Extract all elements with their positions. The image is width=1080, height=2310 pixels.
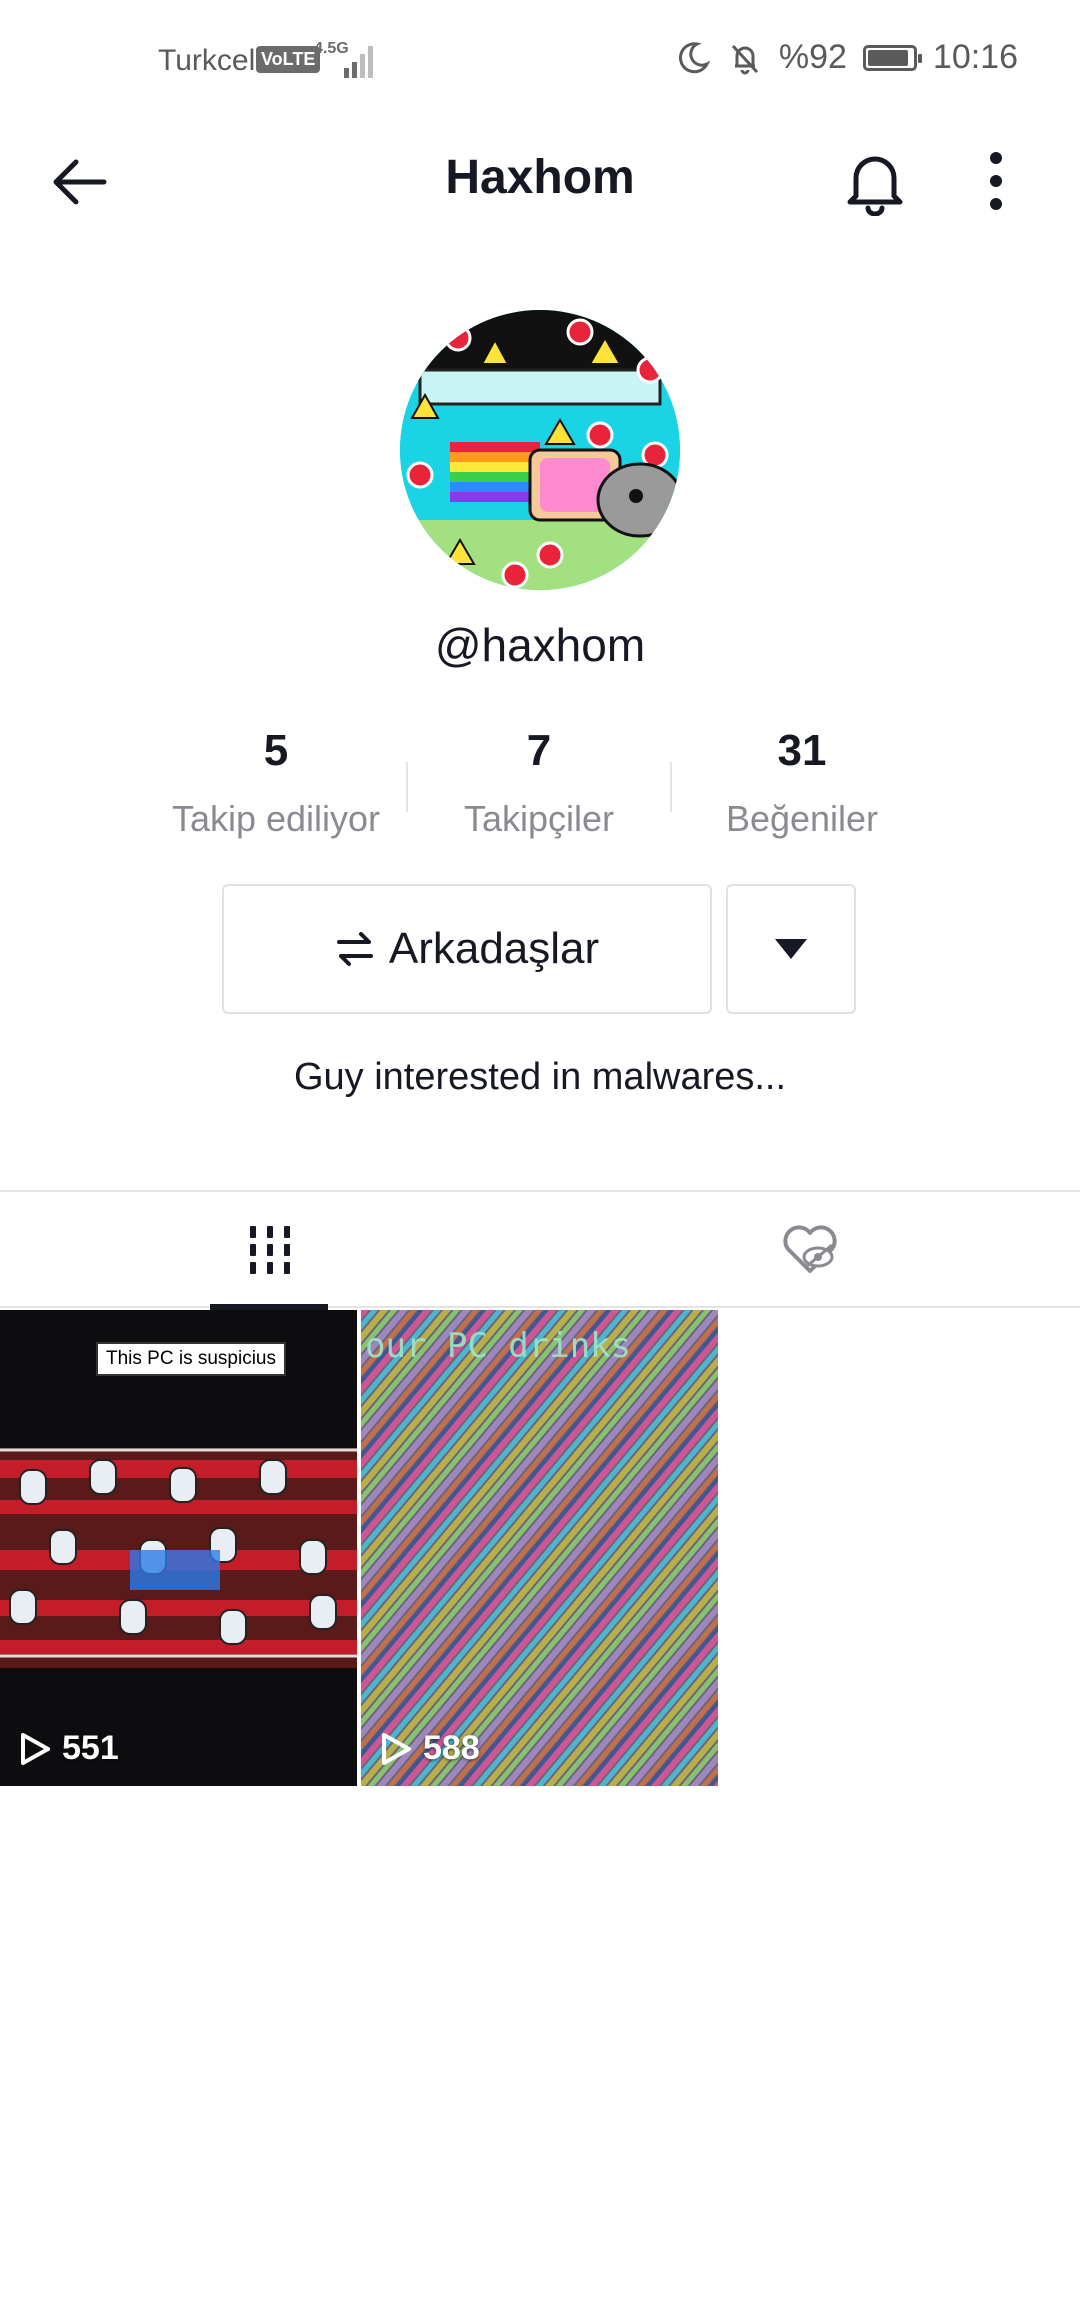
video-thumbnail[interactable]: This PC is suspicius 551 [0,1310,357,1786]
top-nav: Haxhom [0,120,1080,240]
stat-following[interactable]: 5 Takip ediliyor [146,726,406,840]
videos-grid-icon [250,1226,290,1274]
video-caption: This PC is suspicius [96,1342,286,1376]
mute-bell-icon [731,44,758,74]
video-thumbnail-image [361,1310,718,1786]
play-icon [382,1732,411,1765]
friends-button-label: Arkadaşlar [388,924,600,973]
volte-badge: VoLTE [256,46,321,73]
clock: 10:16 [932,38,1018,76]
video-thumbnail[interactable]: our PC drinks 588 [361,1310,718,1786]
username-handle: @haxhom [434,619,646,671]
moon-icon [678,41,711,73]
stat-divider [406,762,408,812]
profile-stats: 5 Takip ediliyor 7 Takipçiler 31 Beğenil… [0,726,1080,846]
battery-percent: %92 [778,38,847,76]
friends-button[interactable]: Arkadaşlar [222,884,712,1014]
battery-icon [862,44,922,71]
suggestions-dropdown-button[interactable] [726,884,856,1014]
view-count: 551 [18,1729,119,1768]
swap-arrows-icon [336,932,373,966]
signal-icon [344,46,373,78]
status-bar: Turkcell VoLTE 4.5G %92 10:16 [0,0,1080,120]
stat-followers-count: 7 [526,726,552,775]
stat-likes-count: 31 [777,726,827,775]
tab-videos[interactable] [0,1192,540,1310]
video-caption: our PC drinks [365,1326,632,1366]
stat-followers-label: Takipçiler [463,798,615,839]
view-count-value: 551 [62,1729,119,1767]
page-title: Haxhom [445,151,635,204]
carrier-name: Turkcell [158,44,262,77]
liked-hidden-icon [783,1225,837,1273]
profile-tabs [0,1190,1080,1310]
caret-down-icon [775,939,807,959]
stat-following-count: 5 [263,726,289,775]
more-vertical-icon[interactable] [976,146,1016,216]
view-count-value: 588 [423,1729,480,1767]
view-count: 588 [379,1729,480,1768]
stat-likes[interactable]: 31 Beğeniler [672,726,932,840]
stat-following-label: Takip ediliyor [171,798,381,839]
tab-liked[interactable] [540,1192,1080,1308]
stat-likes-label: Beğeniler [725,798,879,839]
profile-bio: Guy interested in malwares... [293,1056,787,1098]
video-thumbnail-image [0,1310,357,1786]
play-icon [21,1732,50,1765]
avatar-image [400,310,680,590]
bell-icon[interactable] [842,146,908,216]
avatar[interactable] [400,310,680,590]
stat-followers[interactable]: 7 Takipçiler [409,726,669,840]
